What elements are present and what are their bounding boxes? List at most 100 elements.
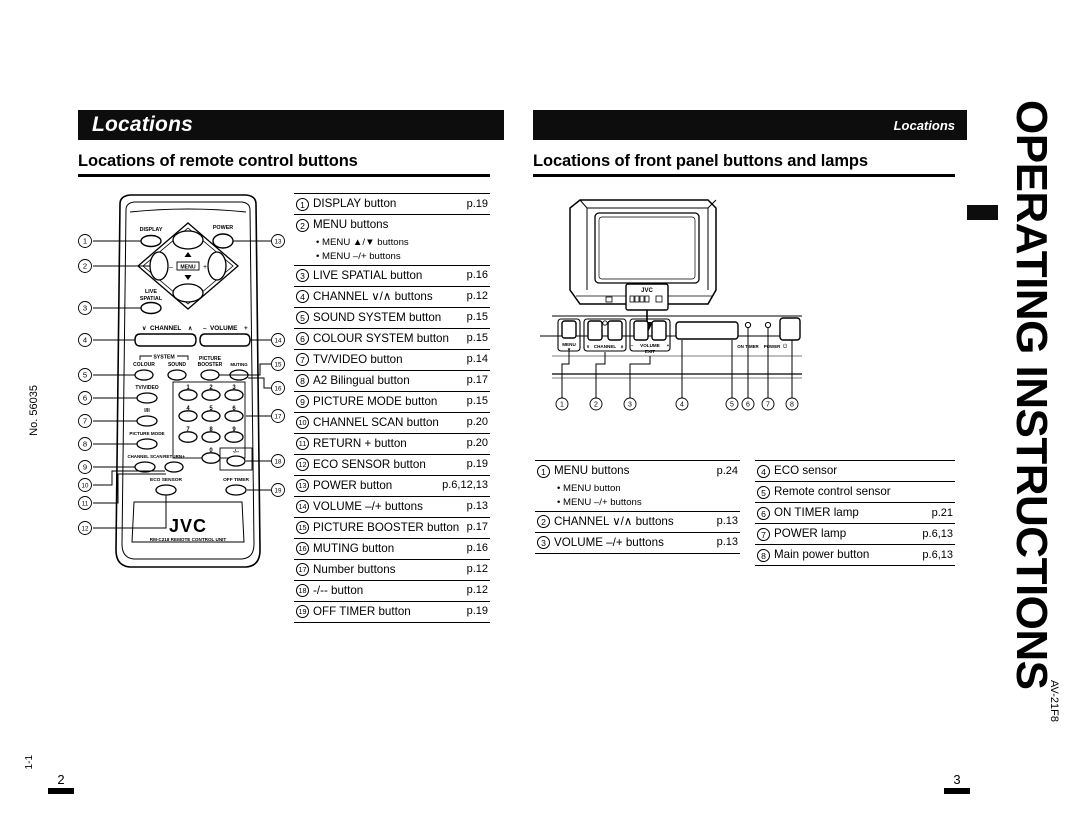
list-item[interactable]: 3 LIVE SPATIAL button p.16 bbox=[294, 266, 490, 287]
item-page-ref[interactable]: p.19 bbox=[467, 606, 488, 617]
item-label: CHANNEL SCAN button bbox=[313, 415, 439, 429]
item-page-ref[interactable]: p.14 bbox=[467, 354, 488, 365]
svg-text:JVC: JVC bbox=[641, 288, 653, 294]
list-item[interactable]: 14 VOLUME –/+ buttons p.13 bbox=[294, 497, 490, 518]
item-page-ref[interactable]: p.15 bbox=[467, 396, 488, 407]
list-item[interactable]: 11 RETURN + button p.20 bbox=[294, 434, 490, 455]
item-number: 7 bbox=[756, 527, 771, 541]
item-page-ref[interactable]: p.13 bbox=[717, 537, 738, 548]
item-page-ref[interactable]: p.13 bbox=[467, 501, 488, 512]
item-label: POWER lamp bbox=[774, 527, 847, 541]
section-code: 1-1 bbox=[24, 755, 35, 770]
svg-text:15: 15 bbox=[275, 362, 282, 369]
circled-number-icon: 1 bbox=[537, 464, 550, 478]
item-label: PICTURE MODE button bbox=[313, 394, 438, 408]
left-banner-title: Locations bbox=[92, 113, 193, 136]
item-page-ref[interactable]: p.17 bbox=[467, 522, 488, 533]
remote-button-list: 1 DISPLAY button p.19 2 MENU buttons • MENU ▲… bbox=[294, 193, 490, 623]
list-item[interactable]: 2 MENU buttons bbox=[294, 215, 490, 235]
front-panel-list-left: 1 MENU buttons p.24 • MENU button • MENU –/+… bbox=[535, 460, 740, 554]
list-item[interactable]: 17 Number buttons p.12 bbox=[294, 560, 490, 581]
item-label: SOUND SYSTEM button bbox=[313, 310, 442, 324]
list-item[interactable]: 7 TV/VIDEO button p.14 bbox=[294, 350, 490, 371]
item-number: 2 bbox=[536, 515, 551, 529]
manual-page: Locations Locations of remote control bu… bbox=[0, 0, 1080, 824]
item-page-ref[interactable]: p.15 bbox=[467, 333, 488, 344]
list-item[interactable]: 13 POWER button p.6,12,13 bbox=[294, 476, 490, 497]
item-page-ref[interactable]: p.6,13 bbox=[922, 549, 953, 561]
circled-number-icon: 3 bbox=[537, 536, 550, 550]
item-page-ref[interactable]: p.6,12,13 bbox=[442, 480, 488, 491]
svg-text:9: 9 bbox=[83, 463, 87, 472]
svg-text:3: 3 bbox=[83, 304, 87, 313]
list-item[interactable]: 9 PICTURE MODE button p.15 bbox=[294, 392, 490, 413]
list-item[interactable]: 1 MENU buttons p.24 bbox=[535, 460, 740, 481]
svg-text:6: 6 bbox=[746, 402, 750, 409]
right-page-number: 3 bbox=[944, 772, 970, 794]
right-heading-rule bbox=[533, 174, 955, 177]
item-label: DISPLAY button bbox=[313, 197, 397, 211]
item-page-ref[interactable]: p.24 bbox=[717, 465, 738, 477]
left-banner: Locations bbox=[78, 110, 504, 140]
item-page-ref[interactable]: p.13 bbox=[717, 516, 738, 527]
left-page-number: 2 bbox=[48, 772, 74, 794]
list-item[interactable]: 1 DISPLAY button p.19 bbox=[294, 193, 490, 215]
item-number: 4 bbox=[756, 464, 771, 478]
item-page-ref[interactable]: p.16 bbox=[467, 543, 488, 554]
side-title: OPERATING INSTRUCTIONS bbox=[1007, 100, 1056, 690]
list-item[interactable]: 18 -/-- button p.12 bbox=[294, 581, 490, 602]
list-item[interactable]: 6 COLOUR SYSTEM button p.15 bbox=[294, 329, 490, 350]
item-number: 5 bbox=[756, 485, 771, 499]
item-label: VOLUME –/+ buttons bbox=[554, 535, 664, 549]
left-page-number-value: 2 bbox=[57, 772, 65, 787]
item-page-ref[interactable]: p.20 bbox=[467, 438, 488, 449]
item-number: 1 bbox=[536, 464, 551, 478]
item-label: MUTING button bbox=[313, 541, 395, 555]
list-sub-item: • MENU ▲/▼ buttons bbox=[316, 236, 409, 248]
item-label: A2 Bilingual button bbox=[313, 373, 410, 387]
item-page-ref[interactable]: p.21 bbox=[932, 507, 953, 519]
item-label: ECO sensor bbox=[774, 464, 838, 478]
list-item[interactable]: 7 POWER lamp p.6,13 bbox=[755, 524, 955, 545]
list-item[interactable]: 19 OFF TIMER button p.19 bbox=[294, 602, 490, 623]
item-label: Remote control sensor bbox=[774, 485, 891, 499]
item-label: CHANNEL ∨/∧ buttons bbox=[313, 289, 433, 303]
item-page-ref[interactable]: p.19 bbox=[467, 198, 488, 210]
list-item[interactable]: 2 CHANNEL ∨/∧ buttons p.13 bbox=[535, 512, 740, 533]
right-page-number-value: 3 bbox=[953, 772, 961, 787]
left-section-heading: Locations of remote control buttons bbox=[78, 152, 358, 170]
list-item[interactable]: 5 SOUND SYSTEM button p.15 bbox=[294, 308, 490, 329]
item-page-ref[interactable]: p.15 bbox=[467, 312, 488, 323]
list-item[interactable]: 4 ECO sensor bbox=[755, 460, 955, 482]
item-page-ref[interactable]: p.19 bbox=[467, 459, 488, 470]
item-label: ON TIMER lamp bbox=[774, 506, 859, 520]
item-label: -/-- button bbox=[313, 583, 364, 597]
right-page-number-bar bbox=[944, 788, 970, 794]
list-item[interactable]: 8 A2 Bilingual button p.17 bbox=[294, 371, 490, 392]
list-item[interactable]: 15 PICTURE BOOSTER button p.17 bbox=[294, 518, 490, 539]
right-banner: Locations bbox=[533, 110, 967, 140]
item-page-ref[interactable]: p.6,13 bbox=[922, 528, 953, 540]
list-item[interactable]: 16 MUTING button p.16 bbox=[294, 539, 490, 560]
item-label: COLOUR SYSTEM button bbox=[313, 331, 449, 345]
item-page-ref[interactable]: p.12 bbox=[467, 291, 488, 302]
item-page-ref[interactable]: p.20 bbox=[467, 417, 488, 428]
list-item[interactable]: 10 CHANNEL SCAN button p.20 bbox=[294, 413, 490, 434]
svg-text:18: 18 bbox=[275, 459, 282, 466]
list-item[interactable]: 8 Main power button p.6,13 bbox=[755, 545, 955, 566]
list-item[interactable]: 12 ECO SENSOR button p.19 bbox=[294, 455, 490, 476]
circled-number-icon: 5 bbox=[757, 485, 770, 499]
list-item[interactable]: 4 CHANNEL ∨/∧ buttons p.12 bbox=[294, 287, 490, 308]
circled-number-icon: 6 bbox=[757, 506, 770, 520]
item-page-ref[interactable]: p.12 bbox=[467, 564, 488, 575]
item-page-ref[interactable]: p.16 bbox=[467, 270, 488, 281]
item-label: Main power button bbox=[774, 548, 870, 562]
item-page-ref[interactable]: p.17 bbox=[467, 375, 488, 386]
item-label: PICTURE BOOSTER button bbox=[313, 520, 460, 534]
list-item[interactable]: 6 ON TIMER lamp p.21 bbox=[755, 503, 955, 524]
right-banner-title: Locations bbox=[893, 117, 955, 133]
list-item[interactable]: 5 Remote control sensor bbox=[755, 482, 955, 503]
item-page-ref[interactable]: p.12 bbox=[467, 585, 488, 596]
list-item[interactable]: 3 VOLUME –/+ buttons p.13 bbox=[535, 533, 740, 554]
svg-text:8: 8 bbox=[790, 402, 794, 409]
